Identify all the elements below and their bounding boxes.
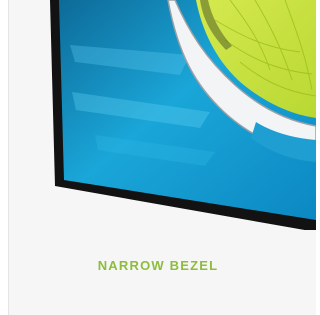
feature-label: NARROW BEZEL (97, 258, 219, 273)
monitor-corner-icon (50, 0, 316, 230)
monitor-image (0, 0, 316, 230)
